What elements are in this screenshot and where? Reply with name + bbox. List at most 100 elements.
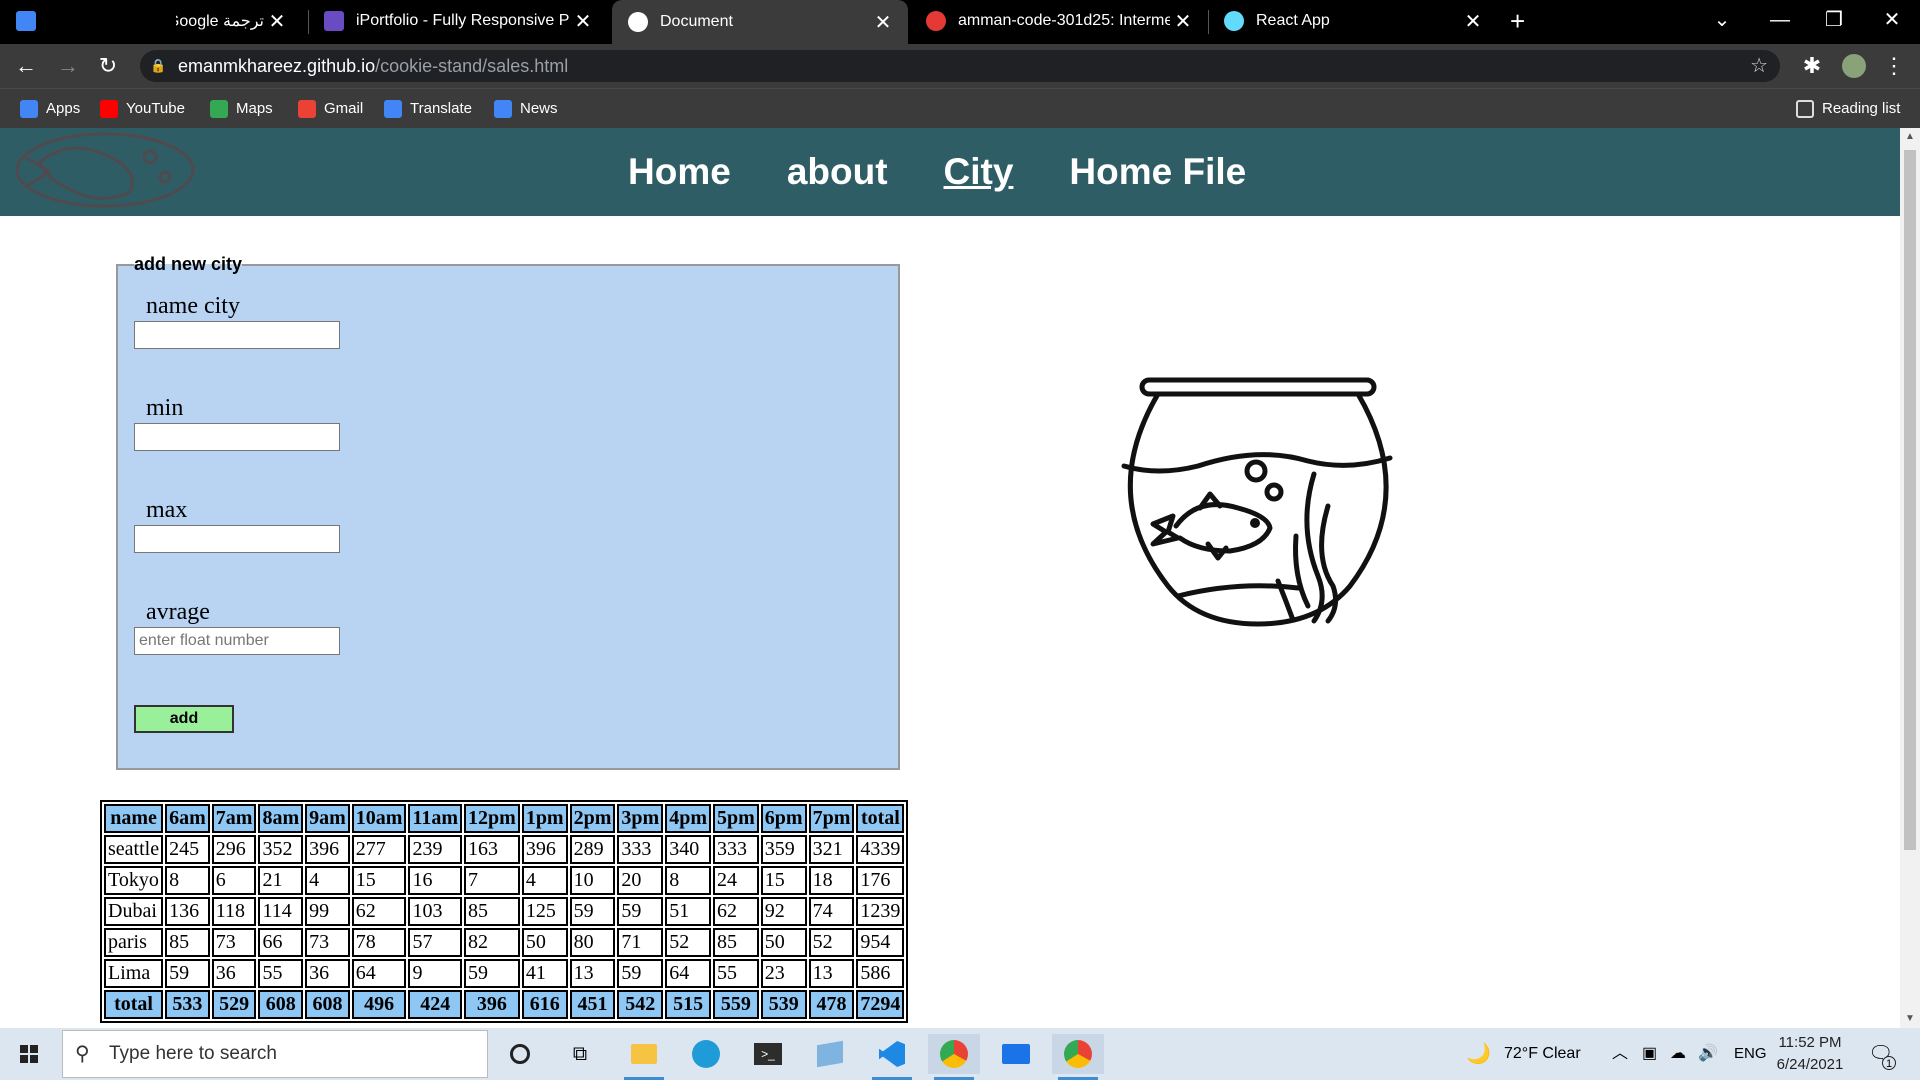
min-label: min xyxy=(146,395,184,421)
bookmark-apps[interactable]: Apps xyxy=(20,89,80,129)
translate-tab-icon[interactable] xyxy=(0,0,70,42)
edge-icon xyxy=(692,1040,720,1068)
close-tab-icon[interactable]: ✕ xyxy=(870,10,896,35)
add-button[interactable]: add xyxy=(134,705,234,733)
minimize-icon: — xyxy=(1770,9,1790,31)
scroll-thumb[interactable] xyxy=(1904,150,1916,850)
bookmark-star-icon[interactable]: ☆ xyxy=(1750,50,1768,82)
clock-time: 11:52 PM xyxy=(1778,1034,1842,1051)
meet-now-icon[interactable]: ▣ xyxy=(1642,1028,1657,1080)
nav-link-about[interactable]: about xyxy=(787,151,888,193)
bookmark-label: Apps xyxy=(46,100,81,117)
total-cell: 515 xyxy=(665,990,711,1019)
bookmark-news[interactable]: News xyxy=(494,89,558,129)
extensions-button[interactable]: ✱ xyxy=(1796,50,1828,82)
close-tab-icon[interactable]: ✕ xyxy=(1460,9,1486,34)
total-cell: 559 xyxy=(713,990,759,1019)
bookmark-gmail[interactable]: Gmail xyxy=(298,89,363,129)
volume-icon[interactable]: 🔊 xyxy=(1698,1028,1718,1080)
table-cell: 18 xyxy=(808,866,855,895)
name-city-input[interactable] xyxy=(134,321,340,349)
browser-toolbar: ← → ↻ 🔒 emanmkhareez.github.io/cookie-st… xyxy=(0,44,1920,88)
nav-link-home-file[interactable]: Home File xyxy=(1069,151,1246,193)
scroll-up-arrow-icon[interactable]: ▲ xyxy=(1900,128,1920,146)
tab-amman-code[interactable]: amman-code-301d25: Intermedi ✕ xyxy=(910,0,1208,42)
taskbar-search-box[interactable]: ⚲ Type here to search xyxy=(62,1030,488,1078)
close-icon: ✕ xyxy=(1883,9,1901,31)
page-scrollbar[interactable]: ▲ ▼ xyxy=(1900,128,1920,1028)
chrome-app[interactable] xyxy=(928,1034,980,1080)
table-cell: 114 xyxy=(258,897,304,926)
close-tab-icon[interactable]: ✕ xyxy=(570,9,596,34)
restore-button[interactable]: ❐ xyxy=(1806,0,1862,40)
table-cell: 16 xyxy=(408,866,463,895)
task-view-button[interactable]: ⧉ xyxy=(554,1034,606,1074)
mail-icon xyxy=(1002,1044,1030,1064)
table-cell: 36 xyxy=(211,959,257,988)
total-cell: 539 xyxy=(760,990,807,1019)
show-hidden-icons-chevron-icon[interactable]: ︿ xyxy=(1612,1028,1628,1080)
vscode-app[interactable] xyxy=(866,1034,918,1080)
tab-search-button[interactable]: ⌄ xyxy=(1694,0,1750,40)
profile-button[interactable] xyxy=(1838,50,1870,82)
nav-link-home[interactable]: Home xyxy=(628,151,731,193)
min-input[interactable] xyxy=(134,423,340,451)
onedrive-cloud-icon[interactable]: ☁ xyxy=(1670,1028,1686,1080)
address-bar[interactable]: 🔒 emanmkhareez.github.io/cookie-stand/sa… xyxy=(140,50,1780,82)
bookmark-label: Maps xyxy=(236,100,273,117)
url-text: emanmkhareez.github.io/cookie-stand/sale… xyxy=(178,50,568,82)
minimize-button[interactable]: — xyxy=(1752,0,1808,40)
browser-chrome: ترجمة Google ✕ iPortfolio - Fully Respon… xyxy=(0,0,1920,128)
codefellows-icon xyxy=(926,11,946,31)
cortana-button[interactable] xyxy=(494,1034,546,1074)
total-cell: 451 xyxy=(569,990,616,1019)
close-tab-icon[interactable]: ✕ xyxy=(1170,9,1196,34)
back-button[interactable]: ← xyxy=(10,50,42,82)
search-icon: ⚲ xyxy=(75,1043,90,1065)
bookmark-maps[interactable]: Maps xyxy=(210,89,273,129)
nav-link-city[interactable]: City xyxy=(944,151,1014,193)
table-cell: 289 xyxy=(569,835,616,864)
start-button[interactable] xyxy=(0,1028,60,1080)
tab-iportfolio[interactable]: iPortfolio - Fully Responsive Portf ✕ xyxy=(308,0,608,42)
tab-document[interactable]: Document ✕ xyxy=(612,0,908,44)
avrage-input[interactable] xyxy=(134,627,340,655)
chrome-profile-app[interactable] xyxy=(1052,1034,1104,1080)
taskbar-clock[interactable]: 11:52 PM 6/24/2021 xyxy=(1760,1032,1860,1076)
moon-weather-icon[interactable]: 🌙 xyxy=(1466,1028,1491,1080)
table-cell: 118 xyxy=(211,897,257,926)
close-tab-icon[interactable]: ✕ xyxy=(264,9,290,34)
chrome-icon xyxy=(1064,1040,1092,1068)
globe-icon xyxy=(628,12,648,32)
google-translate-icon xyxy=(16,11,36,31)
column-header: 12pm xyxy=(464,804,520,833)
bookmark-translate[interactable]: Translate xyxy=(384,89,472,129)
reading-list-button[interactable]: Reading list xyxy=(1796,89,1900,129)
notification-count: 1 xyxy=(1882,1056,1896,1070)
edge-app[interactable] xyxy=(680,1034,732,1074)
reload-button[interactable]: ↻ xyxy=(92,50,124,82)
column-header: total xyxy=(856,804,905,833)
table-cell: seattle xyxy=(104,835,164,864)
tab-google-translate[interactable]: ترجمة Google ✕ xyxy=(176,0,302,42)
search-placeholder: Type here to search xyxy=(109,1043,277,1064)
bookmark-youtube[interactable]: YouTube xyxy=(100,89,185,129)
forward-button[interactable]: → xyxy=(52,50,84,82)
menu-button[interactable]: ⋮ xyxy=(1878,50,1910,82)
terminal-app[interactable]: >_ xyxy=(742,1034,794,1074)
notification-center-button[interactable]: 🗨 1 xyxy=(1868,1028,1896,1080)
mail-app[interactable] xyxy=(990,1034,1042,1074)
table-cell: 176 xyxy=(856,866,905,895)
network-app[interactable] xyxy=(804,1034,856,1074)
table-cell: 80 xyxy=(569,928,616,957)
table-cell: 52 xyxy=(665,928,711,957)
table-cell: 20 xyxy=(617,866,664,895)
max-input[interactable] xyxy=(134,525,340,553)
close-window-button[interactable]: ✕ xyxy=(1864,0,1920,40)
weather-text[interactable]: 72°F Clear xyxy=(1504,1028,1581,1080)
tab-react-app[interactable]: React App ✕ xyxy=(1208,0,1498,42)
column-header: 10am xyxy=(351,804,407,833)
file-explorer-app[interactable] xyxy=(618,1034,670,1080)
new-tab-button[interactable]: + xyxy=(1510,0,1550,42)
scroll-down-arrow-icon[interactable]: ▼ xyxy=(1900,1010,1920,1028)
